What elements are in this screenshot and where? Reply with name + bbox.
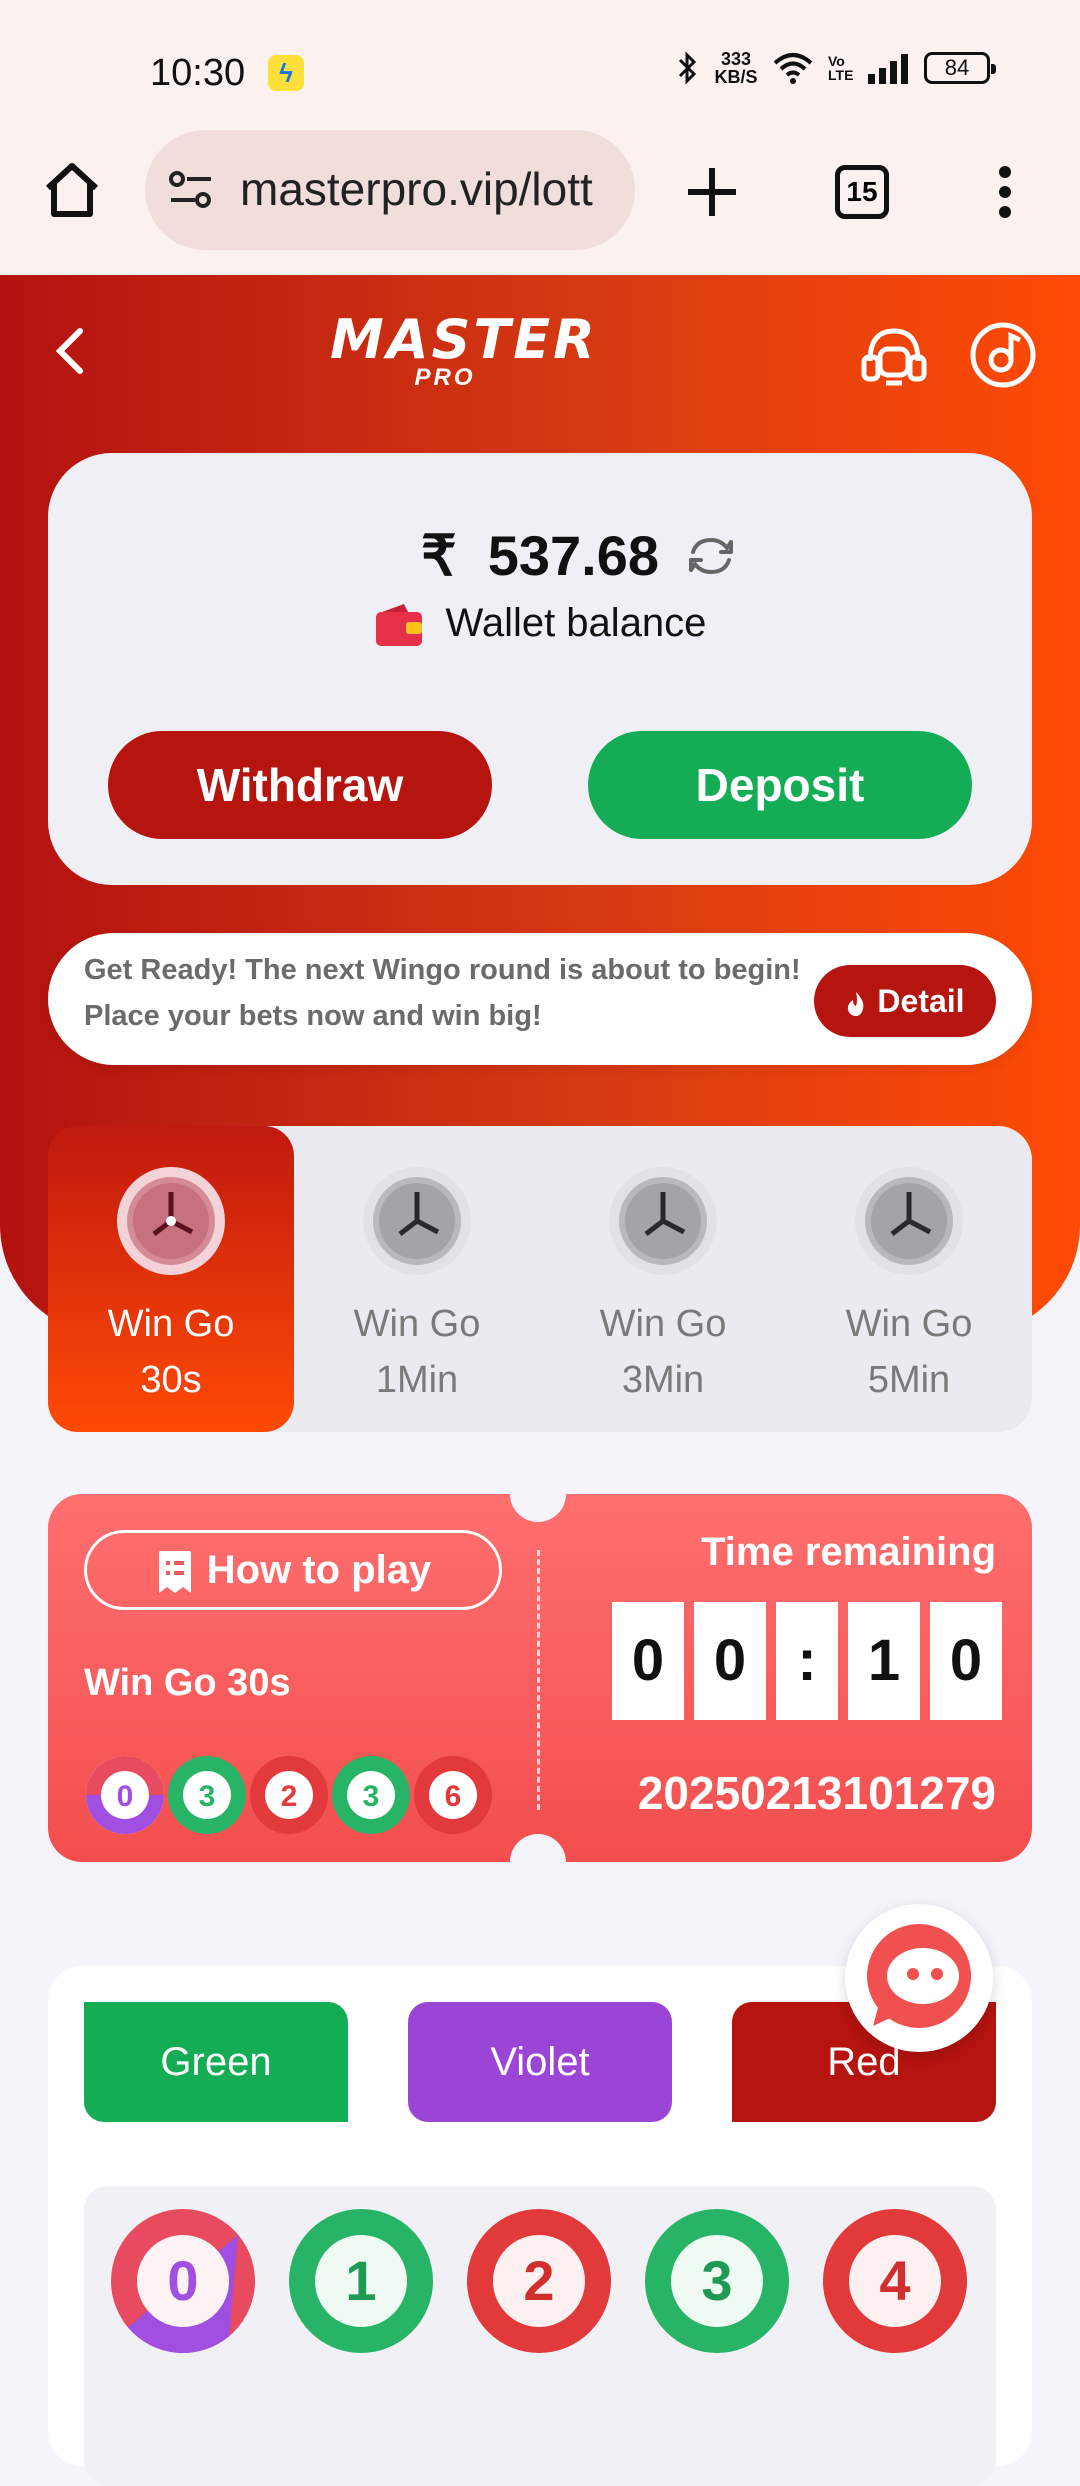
svg-text:2: 2: [281, 1780, 298, 1813]
tab-label-line2: 5Min: [867, 1359, 951, 1401]
result-ball: 3: [332, 1756, 410, 1834]
svg-text:1: 1: [345, 2249, 376, 2312]
tab-label-line1: Win Go: [599, 1303, 727, 1345]
wallet-label-row: Wallet balance: [48, 601, 1032, 648]
countdown-digit: 0: [694, 1602, 766, 1720]
balance-amount: 537.68: [487, 524, 660, 587]
bluetooth-icon: [678, 51, 697, 85]
number-grid: 0 1 2 3 4: [84, 2186, 996, 2486]
more-menu-icon[interactable]: [990, 160, 1020, 224]
recent-results: 0 3 2 3 6: [84, 1754, 494, 1836]
number-ball-3[interactable]: 3: [642, 2206, 792, 2356]
ticket-notch: [510, 1466, 566, 1522]
clock-icon: [363, 1167, 471, 1275]
bet-violet-button[interactable]: Violet: [408, 2002, 672, 2122]
current-game-name: Win Go 30s: [84, 1662, 291, 1704]
site-settings-icon[interactable]: [167, 168, 215, 212]
net-speed: 333 KB/S: [714, 49, 758, 87]
round-ticket: How to play Win Go 30s 0 3 2 3 6 Time re…: [48, 1466, 1032, 1890]
svg-text:6: 6: [445, 1780, 462, 1813]
clock-icon: [117, 1167, 225, 1275]
back-icon[interactable]: [50, 325, 90, 377]
number-ball-4[interactable]: 4: [820, 2206, 970, 2356]
number-ball-1[interactable]: 1: [286, 2206, 436, 2356]
tab-label-line2: 3Min: [621, 1359, 705, 1401]
wifi-icon: [773, 53, 813, 84]
tab-label-line2: 1Min: [375, 1359, 459, 1401]
bet-green-button[interactable]: Green: [84, 2002, 348, 2122]
detail-button[interactable]: Detail: [814, 965, 996, 1037]
browser-toolbar: masterpro.vip/lott 15: [0, 130, 1080, 275]
result-ball: 6: [414, 1756, 492, 1834]
customer-support-icon[interactable]: [858, 323, 930, 395]
ticket-notch: [510, 1834, 566, 1890]
deposit-button[interactable]: Deposit: [588, 731, 972, 839]
signal-icon: [868, 54, 908, 84]
wallet-card: ₹ 537.68 Wallet balance Withdraw Deposit: [48, 453, 1032, 885]
master-pro-logo: MASTER PRO: [330, 308, 598, 391]
chat-bubble-icon: [867, 1924, 971, 2028]
detail-label: Detail: [877, 983, 965, 1019]
wallet-balance: ₹ 537.68: [48, 523, 1032, 589]
ticket-divider: [537, 1550, 540, 1810]
countdown-timer: 0 0 : 1 0: [612, 1602, 1002, 1720]
url-text: masterpro.vip/lott: [240, 163, 593, 215]
countdown-digit: 1: [848, 1602, 920, 1720]
svg-text:3: 3: [199, 1780, 216, 1813]
music-toggle-icon[interactable]: [968, 320, 1038, 390]
status-time: 10:30: [150, 52, 246, 94]
countdown-digit: 0: [930, 1602, 1002, 1720]
tab-win-go-5min[interactable]: Win Go 5Min: [786, 1126, 1032, 1432]
wallet-icon: [375, 604, 422, 647]
status-bar: 10:30 ϟ 333 KB/S Vo LTE 84: [0, 0, 1080, 130]
url-bar[interactable]: masterpro.vip/lott: [145, 130, 635, 250]
flame-icon: [848, 991, 864, 1016]
refresh-icon[interactable]: [683, 528, 739, 584]
battery-icon: 84: [924, 52, 996, 84]
chat-support-button[interactable]: [845, 1904, 993, 2052]
svg-text:0: 0: [167, 2249, 198, 2312]
tab-label-line2: 30s: [140, 1359, 202, 1401]
volte-icon: Vo LTE: [828, 53, 854, 83]
tab-label-line1: Win Go: [845, 1303, 973, 1345]
result-ball: 3: [168, 1756, 246, 1834]
new-tab-icon[interactable]: [680, 160, 744, 224]
notice-bar: Get Ready! The next Wingo round is about…: [48, 933, 1032, 1065]
result-ball: 2: [250, 1756, 328, 1834]
tab-label-line1: Win Go: [353, 1303, 481, 1345]
tab-win-go-30s[interactable]: Win Go 30s: [48, 1126, 294, 1432]
how-to-play-button[interactable]: How to play: [84, 1530, 502, 1610]
clock-icon: [609, 1167, 717, 1275]
wallet-label: Wallet balance: [445, 601, 707, 645]
number-ball-0[interactable]: 0: [108, 2206, 258, 2356]
period-number: 20250213101279: [637, 1767, 996, 1819]
home-icon[interactable]: [40, 158, 104, 222]
withdraw-button[interactable]: Withdraw: [108, 731, 492, 839]
svg-text:4: 4: [879, 2249, 910, 2312]
tab-label-line1: Win Go: [107, 1303, 235, 1345]
tab-win-go-1min[interactable]: Win Go 1Min: [294, 1126, 540, 1432]
svg-text:2: 2: [523, 2249, 554, 2312]
flipkart-app-icon: ϟ: [268, 55, 304, 91]
number-ball-2[interactable]: 2: [464, 2206, 614, 2356]
currency-symbol: ₹: [420, 524, 457, 587]
countdown-digit: 0: [612, 1602, 684, 1720]
how-to-play-label: How to play: [206, 1548, 432, 1592]
clock-icon: [855, 1167, 963, 1275]
result-ball: 0: [86, 1756, 164, 1834]
document-icon: [158, 1551, 191, 1594]
svg-text:0: 0: [117, 1780, 134, 1813]
time-remaining-label: Time remaining: [701, 1530, 996, 1574]
status-icons: 333 KB/S Vo LTE 84: [676, 49, 996, 87]
notice-text: Get Ready! The next Wingo round is about…: [84, 954, 801, 1032]
tab-win-go-3min[interactable]: Win Go 3Min: [540, 1126, 786, 1432]
svg-text:3: 3: [701, 2249, 732, 2312]
tab-switcher-button[interactable]: 15: [835, 165, 889, 219]
svg-text:3: 3: [363, 1780, 380, 1813]
countdown-separator: :: [776, 1602, 838, 1720]
game-mode-tabs: Win Go 30s Win Go 1Min Win Go 3Min Win Go 5M…: [48, 1126, 1032, 1432]
